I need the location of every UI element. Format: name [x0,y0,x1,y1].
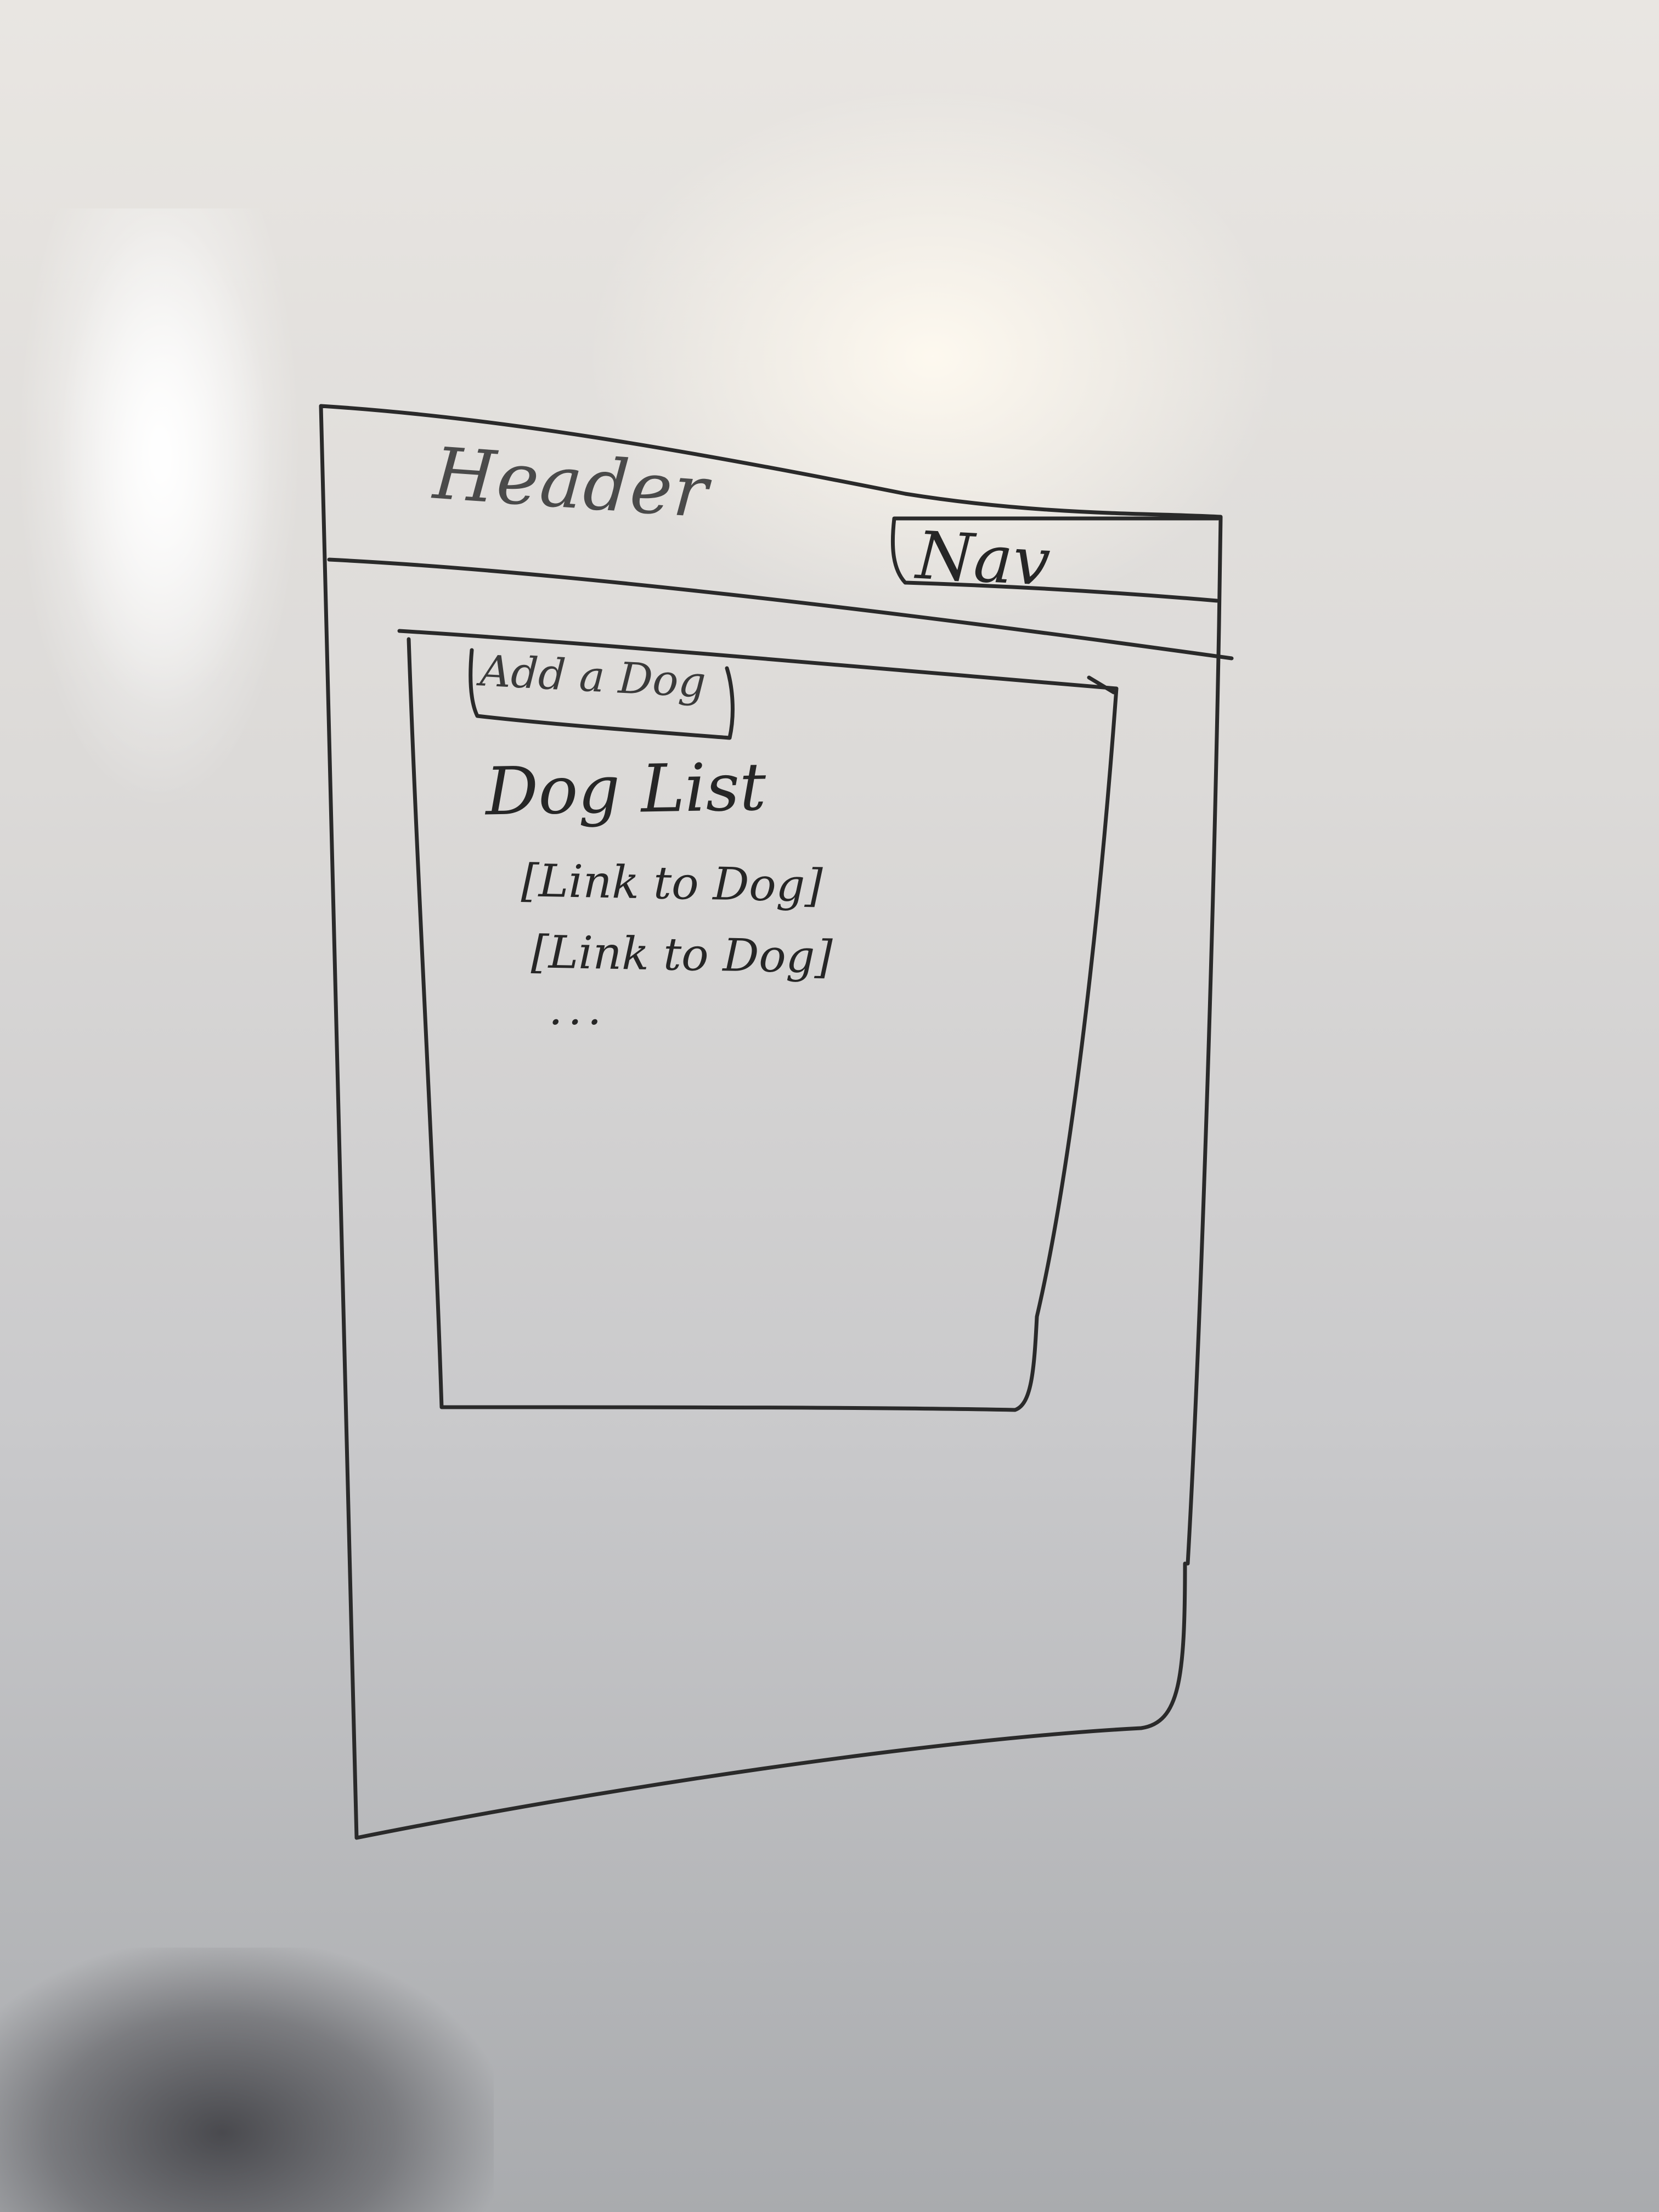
more-indicator: ... [549,984,607,1035]
dog-link[interactable]: [Link to Dog] [531,926,833,984]
header-divider [327,557,1234,661]
header-label: Header [431,431,712,534]
content-panel-frame [397,629,1119,1412]
wireframe-sketch [319,404,1234,1840]
page-frame [319,404,1223,1840]
add-dog-button[interactable]: Add a Dog [479,646,707,707]
dog-link[interactable]: [Link to Dog] [521,855,823,912]
dog-list-title: Dog List [484,749,767,831]
nav-button[interactable]: Nav [915,518,1052,601]
